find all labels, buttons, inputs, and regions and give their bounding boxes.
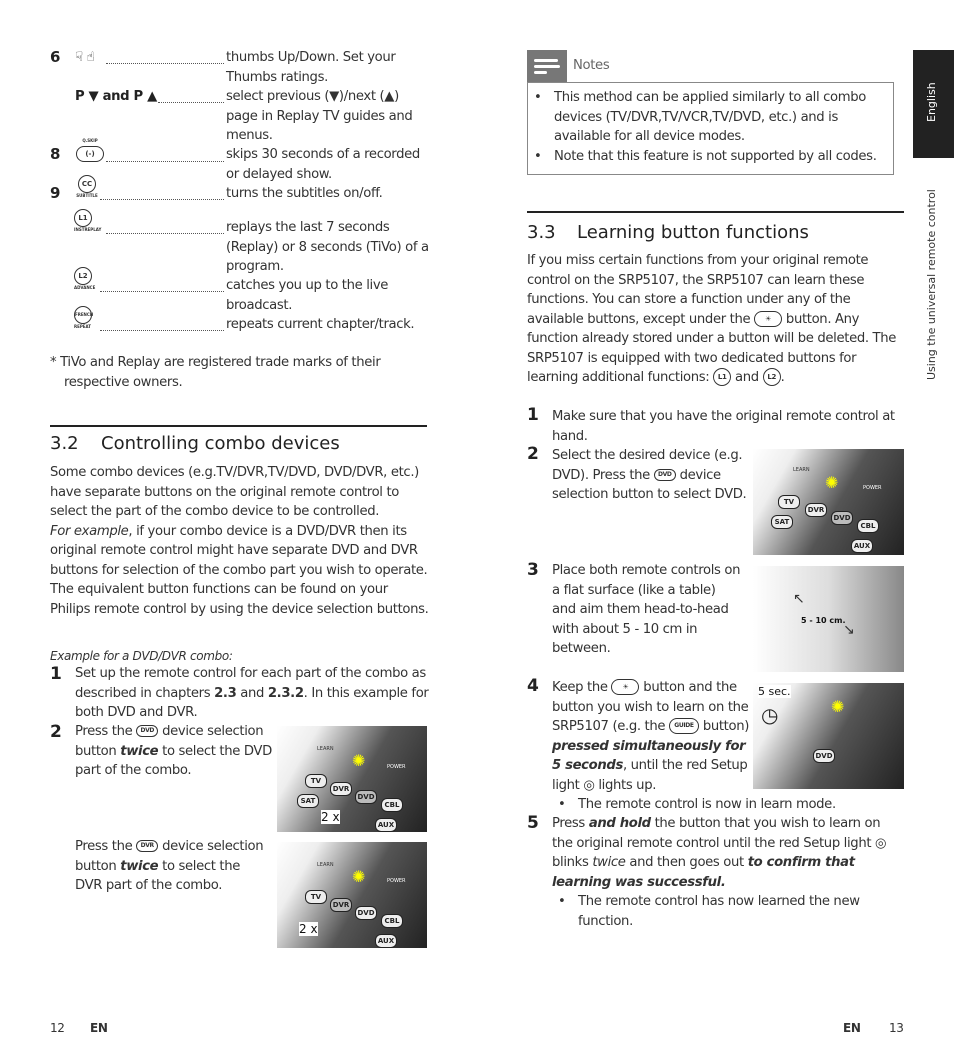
section-title: Learning button functions (577, 222, 809, 243)
image-label: 2 x (299, 922, 318, 936)
remote-image-dvd: LEARN POWER ✺ TV DVR DVD SAT CBL AUX 2 x (277, 726, 427, 832)
setup-light-icon: ◎ (875, 835, 887, 851)
learn-button-icon: ☀ (611, 679, 640, 695)
setup-light-icon: ◎ (583, 777, 595, 793)
qskip-button-icon: Q.SKIP (-) (75, 138, 105, 162)
key-desc: select previous (▼)/next (▲) page in Rep… (226, 89, 413, 143)
notes-box: This method can be applied similarly to … (527, 82, 894, 175)
step-number: 4 (527, 676, 539, 696)
dvr-button-icon: DVR (136, 840, 159, 852)
key-desc: thumbs Up/Down. Set your Thumbs ratings. (226, 50, 396, 85)
divider (527, 211, 904, 213)
step-text: Keep the ☀ button and the button you wis… (552, 679, 750, 793)
remote-image-dvr: LEARN POWER ✺ TV DVR DVD CBL AUX 2 x (277, 842, 427, 948)
section-title: Controlling combo devices (101, 433, 340, 454)
step-text: Press the DVR device selection button tw… (75, 839, 264, 893)
step-text: Press and hold the button that you wish … (552, 816, 887, 890)
step-number: 3 (527, 560, 539, 580)
section-number: 3.3 (527, 222, 556, 243)
image-label: 2 x (321, 810, 340, 824)
step-number: 1 (50, 664, 62, 684)
step-bullet: The remote control has now learned the n… (552, 892, 882, 931)
paragraph: Some combo devices (e.g.TV/DVR,TV/DVD, D… (50, 463, 430, 619)
key-label: P ▼ and P ▲ (75, 89, 157, 104)
page-number: 12 (50, 1021, 65, 1035)
language-code: EN (90, 1021, 108, 1035)
step-text: Make sure that you have the original rem… (552, 409, 895, 444)
remote-image-learn-mode: 5 sec. ◷ ✺ DVD (753, 683, 904, 789)
note-item: Note that this feature is not supported … (528, 147, 883, 167)
step-number: 1 (527, 405, 539, 425)
guide-button-icon: GUIDE (668, 718, 699, 734)
chapter-label: Using the universal remote control (925, 189, 938, 380)
notes-title: Notes (573, 58, 610, 73)
section-number: 3.2 (50, 433, 79, 454)
subtitle-button-icon: CC SUBTITLE (74, 173, 100, 198)
dvd-button-icon: DVD (136, 725, 159, 737)
step-text: Place both remote controls on a flat sur… (552, 563, 741, 656)
remote-image-select-dvd: LEARN POWER ✺ TV DVR DVD SAT CBL AUX (753, 449, 904, 555)
item-number: 9 (50, 184, 61, 202)
step-bullet: The remote control is now in learn mode. (552, 795, 902, 815)
notes-icon (527, 50, 567, 82)
item-number: 8 (50, 145, 61, 163)
key-desc: repeats current chapter/track. (226, 317, 415, 332)
paragraph-italic: For example (50, 523, 129, 539)
image-label: 5 - 10 cm. (801, 616, 846, 625)
thumbs-icon: ☟ ☝ (75, 50, 95, 65)
page-number: 13 (889, 1021, 904, 1035)
image-label: 5 sec. (758, 685, 791, 698)
clock-icon: ◷ (761, 703, 779, 727)
step-number: 2 (50, 722, 62, 742)
remote-image-head-to-head: 5 - 10 cm. ↖ ↘ (753, 566, 904, 672)
l2-button-icon: L2 ADVANCE (74, 265, 100, 290)
learn-button-icon: ☀ (754, 310, 783, 327)
step-text: Select the desired device (e.g. DVD). Pr… (552, 448, 747, 502)
paragraph-text: Some combo devices (e.g.TV/DVR,TV/DVD, D… (50, 465, 419, 519)
key-desc: catches you up to the live broadcast. (226, 278, 389, 313)
key-desc: turns the subtitles on/off. (226, 186, 383, 201)
step-number: 5 (527, 813, 539, 833)
dvd-button-icon: DVD (653, 468, 676, 481)
note-item: This method can be applied similarly to … (528, 88, 883, 147)
step-number: 2 (527, 444, 539, 464)
item-number: 6 (50, 48, 61, 66)
language-tab: English (913, 50, 954, 158)
repeat-button-icon: FRENCH REPEAT (74, 304, 100, 329)
intro-paragraph: If you miss certain functions from your … (527, 253, 897, 386)
l1-button-icon: L1 (713, 368, 732, 386)
key-desc: replays the last 7 seconds (Replay) or 8… (226, 220, 429, 274)
l1-button-icon: L1 INSTREPLAY (74, 207, 104, 232)
divider (50, 425, 427, 427)
key-desc: skips 30 seconds of a recorded or delaye… (226, 147, 420, 182)
step-text: Set up the remote control for each part … (75, 666, 429, 720)
step-text: Press the DVD device selection button tw… (75, 724, 272, 778)
language-tab-label: English (925, 82, 938, 122)
l2-button-icon: L2 (762, 368, 781, 386)
footnote: * TiVo and Replay are registered trade m… (50, 355, 381, 390)
language-code: EN (843, 1021, 861, 1035)
